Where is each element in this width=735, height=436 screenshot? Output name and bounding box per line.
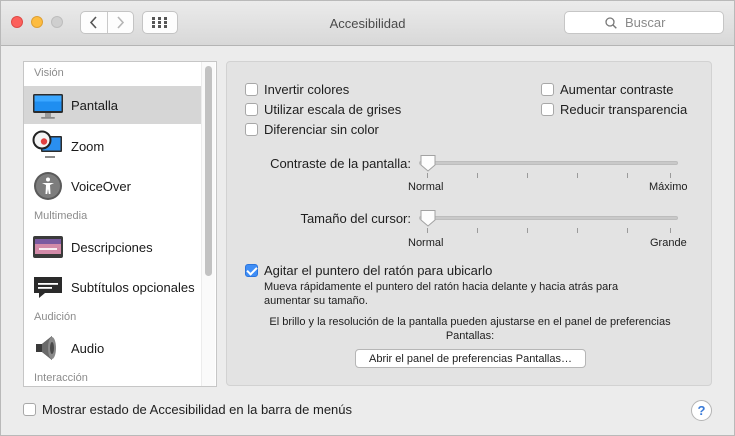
slider-ticks bbox=[419, 173, 678, 179]
checkbox-box[interactable] bbox=[541, 83, 554, 96]
sidebar-item-label: VoiceOver bbox=[71, 178, 131, 194]
category-sidebar: Visión Pantalla Zoom VoiceOver Multimedi… bbox=[23, 61, 217, 387]
checkbox-label: Agitar el puntero del ratón para ubicarl… bbox=[264, 263, 493, 278]
checkbox-box[interactable] bbox=[245, 123, 258, 136]
scrollbar-thumb[interactable] bbox=[205, 66, 212, 276]
cursor-size-slider-label: Tamaño del cursor: bbox=[300, 211, 411, 226]
sidebar-scrollbar[interactable] bbox=[201, 62, 215, 386]
display-settings-panel: Invertir colores Utilizar escala de gris… bbox=[226, 61, 712, 386]
sidebar-item-label: Audio bbox=[71, 340, 105, 356]
shake-pointer-description-line1: Mueva rápidamente el puntero del ratón h… bbox=[264, 281, 619, 293]
open-displays-prefs-button[interactable]: Abrir el panel de preferencias Pantallas… bbox=[355, 349, 586, 368]
checkbox-label: Reducir transparencia bbox=[560, 102, 688, 117]
voiceover-icon bbox=[34, 172, 62, 200]
captions-icon bbox=[34, 277, 62, 298]
grayscale-checkbox[interactable]: Utilizar escala de grises bbox=[245, 102, 401, 117]
increase-contrast-checkbox[interactable]: Aumentar contraste bbox=[541, 82, 673, 97]
speaker-icon bbox=[36, 336, 56, 360]
show-menu-status-checkbox[interactable]: Mostrar estado de Accesibilidad en la ba… bbox=[23, 402, 352, 417]
search-icon bbox=[605, 16, 617, 29]
checkbox-label: Diferenciar sin color bbox=[264, 122, 379, 137]
section-header-interaccion: Interacción bbox=[34, 372, 88, 384]
checkbox-box[interactable] bbox=[23, 403, 36, 416]
display-prefs-note-line2: Pantallas: bbox=[445, 330, 495, 342]
descriptions-icon bbox=[33, 236, 63, 258]
section-header-multimedia: Multimedia bbox=[34, 210, 88, 222]
sidebar-item-label: Pantalla bbox=[71, 97, 118, 113]
slider-ticks bbox=[419, 228, 678, 234]
search-input[interactable] bbox=[623, 14, 683, 31]
sidebar-item-label: Zoom bbox=[71, 138, 105, 154]
differentiate-without-color-checkbox[interactable]: Diferenciar sin color bbox=[245, 122, 379, 137]
section-header-vision: Visión bbox=[34, 67, 64, 79]
section-header-audicion: Audición bbox=[34, 311, 77, 323]
checkbox-box[interactable] bbox=[245, 264, 258, 277]
contrast-slider-knob[interactable] bbox=[419, 154, 437, 172]
slider-track[interactable] bbox=[419, 216, 678, 220]
sidebar-item-audio[interactable]: Audio bbox=[24, 329, 202, 367]
sidebar-item-pantalla[interactable]: Pantalla bbox=[24, 86, 202, 124]
checkbox-box[interactable] bbox=[245, 103, 258, 116]
sidebar-item-subtitulos[interactable]: Subtítulos opcionales bbox=[24, 268, 202, 306]
checkbox-box[interactable] bbox=[245, 83, 258, 96]
display-icon bbox=[33, 94, 63, 119]
checkbox-box[interactable] bbox=[541, 103, 554, 116]
contrast-slider-label: Contraste de la pantalla: bbox=[270, 156, 411, 171]
contrast-max-label: Máximo bbox=[649, 181, 688, 193]
checkbox-label: Mostrar estado de Accesibilidad en la ba… bbox=[42, 402, 353, 417]
sidebar-item-zoom[interactable]: Zoom bbox=[24, 127, 202, 165]
checkbox-label: Utilizar escala de grises bbox=[264, 102, 402, 117]
title-bar: Accesibilidad bbox=[1, 1, 734, 46]
slider-track[interactable] bbox=[419, 161, 678, 165]
shake-pointer-description-line2: aumentar su tamaño. bbox=[264, 295, 368, 307]
sidebar-item-label: Subtítulos opcionales bbox=[71, 279, 195, 295]
checkbox-label: Invertir colores bbox=[264, 82, 350, 97]
reduce-transparency-checkbox[interactable]: Reducir transparencia bbox=[541, 102, 687, 117]
accessibility-window: Accesibilidad Visión Pantalla bbox=[0, 0, 735, 436]
contrast-min-label: Normal bbox=[408, 181, 444, 193]
search-field[interactable] bbox=[564, 11, 724, 34]
shake-pointer-checkbox[interactable]: Agitar el puntero del ratón para ubicarl… bbox=[245, 263, 492, 278]
display-prefs-note-line1: El brillo y la resolución de la pantalla… bbox=[269, 316, 671, 328]
checkbox-label: Aumentar contraste bbox=[560, 82, 674, 97]
help-button[interactable]: ? bbox=[691, 400, 712, 421]
zoom-icon bbox=[32, 130, 62, 158]
cursor-min-label: Normal bbox=[408, 237, 444, 249]
invert-colors-checkbox[interactable]: Invertir colores bbox=[245, 82, 349, 97]
cursor-max-label: Grande bbox=[650, 237, 687, 249]
sidebar-item-descripciones[interactable]: Descripciones bbox=[24, 228, 202, 266]
sidebar-item-label: Descripciones bbox=[71, 239, 153, 255]
sidebar-item-voiceover[interactable]: VoiceOver bbox=[24, 167, 202, 205]
cursor-size-slider-knob[interactable] bbox=[419, 209, 437, 227]
